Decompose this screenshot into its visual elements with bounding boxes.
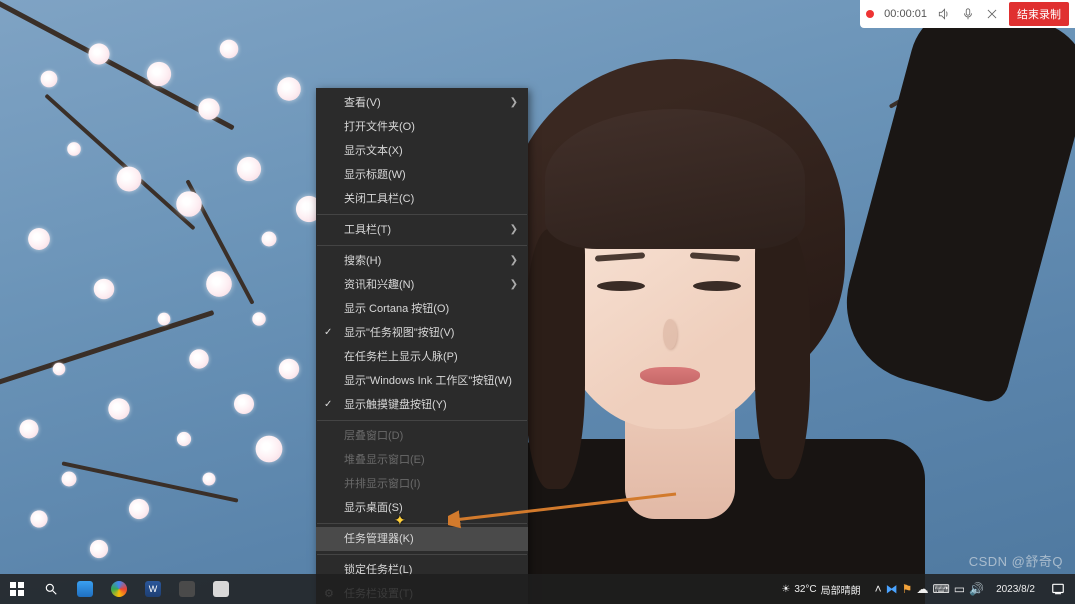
tray-touchkb-icon[interactable]: ⌨: [932, 582, 949, 596]
pinned-app-3[interactable]: W: [136, 574, 170, 604]
chevron-right-icon: ❯: [510, 254, 518, 268]
menu-item-16: 层叠窗口(D): [316, 424, 528, 448]
weather-icon: ☀: [781, 584, 790, 595]
system-tray[interactable]: ˄ ⧓ ⚑ ☁ ⌨ ▭ 🔊: [869, 582, 990, 596]
menu-item-13[interactable]: 显示"Windows Ink 工作区"按钮(W): [316, 369, 528, 393]
weather-widget[interactable]: ☀ 32°C 局部晴朗: [773, 582, 868, 597]
menu-item-4[interactable]: 关闭工具栏(C): [316, 187, 528, 211]
menu-item-3[interactable]: 显示标题(W): [316, 163, 528, 187]
menu-item-21[interactable]: 任务管理器(K): [316, 527, 528, 551]
menu-item-17: 堆叠显示窗口(E): [316, 448, 528, 472]
close-icon[interactable]: [985, 7, 999, 21]
record-timer: 00:00:01: [884, 8, 927, 20]
tray-volume-icon[interactable]: 🔊: [969, 582, 984, 596]
start-button[interactable]: [0, 574, 34, 604]
pinned-app-4[interactable]: [170, 574, 204, 604]
menu-item-6[interactable]: 工具栏(T)❯: [316, 218, 528, 242]
menu-item-12[interactable]: 在任务栏上显示人脉(P): [316, 345, 528, 369]
weather-text: 局部晴朗: [821, 582, 861, 597]
tray-cloud-icon[interactable]: ☁: [916, 582, 928, 596]
search-button[interactable]: [34, 574, 68, 604]
menu-item-8[interactable]: 搜索(H)❯: [316, 249, 528, 273]
notification-button[interactable]: [1041, 574, 1075, 604]
tray-bluetooth-icon[interactable]: ⧓: [886, 582, 898, 596]
menu-item-9[interactable]: 资讯和兴趣(N)❯: [316, 273, 528, 297]
menu-item-14[interactable]: 显示触摸键盘按钮(Y)✓: [316, 393, 528, 417]
cursor-icon: ✦: [394, 512, 406, 529]
chevron-right-icon: ❯: [510, 223, 518, 237]
menu-item-2[interactable]: 显示文本(X): [316, 139, 528, 163]
taskbar-datetime[interactable]: 2023/8/2: [990, 584, 1041, 595]
tray-battery-icon[interactable]: ▭: [954, 582, 965, 596]
menu-item-11[interactable]: 显示"任务视图"按钮(V)✓: [316, 321, 528, 345]
menu-item-18: 并排显示窗口(I): [316, 472, 528, 496]
tray-security-icon[interactable]: ⚑: [902, 582, 913, 596]
pinned-app-5[interactable]: [204, 574, 238, 604]
menu-item-1[interactable]: 打开文件夹(O): [316, 115, 528, 139]
mic-icon[interactable]: [961, 7, 975, 21]
menu-item-0[interactable]: 查看(V)❯: [316, 91, 528, 115]
pinned-app-1[interactable]: [68, 574, 102, 604]
taskbar-context-menu: 查看(V)❯打开文件夹(O)显示文本(X)显示标题(W)关闭工具栏(C) 工具栏(…: [316, 88, 528, 604]
weather-temp: 32°C: [794, 584, 816, 595]
watermark-text: CSDN @舒奇Q: [969, 551, 1063, 570]
pinned-app-2[interactable]: [102, 574, 136, 604]
taskbar-date: 2023/8/2: [996, 584, 1035, 595]
check-icon: ✓: [324, 326, 332, 340]
record-indicator-icon: [866, 10, 874, 18]
check-icon: ✓: [324, 398, 332, 412]
tray-chevron-icon[interactable]: ˄: [875, 582, 882, 596]
taskbar[interactable]: W ☀ 32°C 局部晴朗 ˄ ⧓ ⚑ ☁ ⌨ ▭ 🔊 2023/8/2: [0, 574, 1075, 604]
chevron-right-icon: ❯: [510, 278, 518, 292]
desktop-wallpaper: [0, 0, 1075, 604]
menu-item-10[interactable]: 显示 Cortana 按钮(O): [316, 297, 528, 321]
menu-item-19[interactable]: 显示桌面(S): [316, 496, 528, 520]
chevron-right-icon: ❯: [510, 96, 518, 110]
end-record-button[interactable]: 结束录制: [1009, 2, 1069, 26]
recording-toolbar: 00:00:01 结束录制: [860, 0, 1075, 28]
volume-icon[interactable]: [937, 7, 951, 21]
